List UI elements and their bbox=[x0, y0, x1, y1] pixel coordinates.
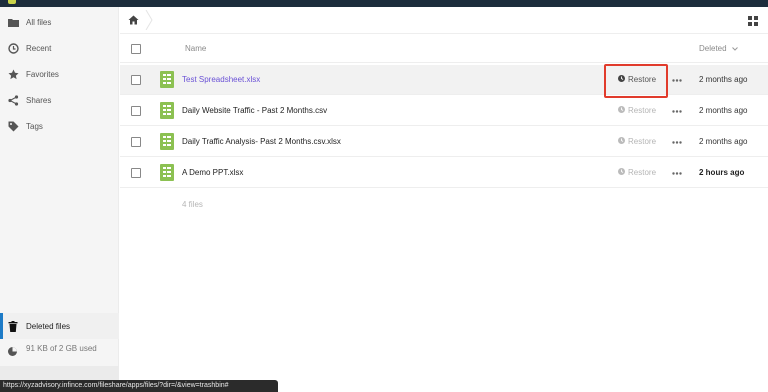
sidebar-item-label: All files bbox=[26, 17, 52, 27]
sidebar-item-tags[interactable]: Tags bbox=[0, 113, 119, 139]
more-actions-icon[interactable] bbox=[672, 106, 682, 115]
sidebar-item-favorites[interactable]: Favorites bbox=[0, 61, 119, 87]
spreadsheet-icon bbox=[160, 102, 174, 121]
file-name[interactable]: Daily Website Traffic - Past 2 Months.cs… bbox=[182, 106, 327, 115]
sidebar-item-label: Tags bbox=[26, 121, 43, 131]
restore-label: Restore bbox=[628, 137, 657, 146]
row-checkbox[interactable] bbox=[131, 75, 141, 85]
file-count: 4 files bbox=[182, 200, 203, 209]
table-row[interactable]: A Demo PPT.xlsx Restore 2 hours ago bbox=[120, 158, 768, 188]
home-icon[interactable] bbox=[128, 15, 139, 27]
quota-label: 91 KB of 2 GB used bbox=[26, 344, 97, 353]
restore-label: Restore bbox=[628, 106, 657, 115]
restore-button[interactable]: Restore bbox=[618, 106, 656, 115]
file-name[interactable]: Daily Traffic Analysis- Past 2 Months.cs… bbox=[182, 137, 341, 146]
sidebar-item-all-files[interactable]: All files bbox=[0, 9, 119, 35]
table-row[interactable]: Daily Website Traffic - Past 2 Months.cs… bbox=[120, 96, 768, 126]
sidebar-item-label: Shares bbox=[26, 95, 52, 105]
file-list-header: Name Deleted bbox=[120, 35, 768, 63]
row-checkbox[interactable] bbox=[131, 106, 141, 116]
deleted-date: 2 months ago bbox=[699, 75, 748, 84]
restore-icon bbox=[618, 106, 625, 115]
column-deleted-label: Deleted bbox=[699, 44, 727, 53]
sidebar-item-deleted-files[interactable]: Deleted files bbox=[0, 313, 119, 339]
deleted-date: 2 months ago bbox=[699, 106, 748, 115]
trash-icon bbox=[7, 320, 19, 332]
spreadsheet-icon bbox=[160, 164, 174, 183]
select-all-checkbox[interactable] bbox=[131, 44, 141, 54]
sidebar-item-recent[interactable]: Recent bbox=[0, 35, 119, 61]
row-checkbox[interactable] bbox=[131, 168, 141, 178]
file-list-area: Name Deleted Test Spreadsheet.xlsx Resto… bbox=[120, 7, 768, 392]
restore-icon bbox=[618, 168, 625, 177]
spreadsheet-icon bbox=[160, 133, 174, 152]
clock-icon bbox=[7, 42, 19, 54]
active-indicator bbox=[0, 313, 3, 339]
restore-label: Restore bbox=[628, 168, 657, 177]
file-name[interactable]: Test Spreadsheet.xlsx bbox=[182, 75, 260, 84]
more-actions-icon[interactable] bbox=[672, 137, 682, 146]
top-bar bbox=[0, 0, 768, 7]
star-icon bbox=[7, 68, 19, 80]
deleted-date: 2 hours ago bbox=[699, 168, 745, 177]
spreadsheet-icon bbox=[160, 71, 174, 90]
sidebar-item-label: Recent bbox=[26, 43, 52, 53]
sidebar-item-label: Favorites bbox=[26, 69, 59, 79]
row-checkbox[interactable] bbox=[131, 137, 141, 147]
grid-view-icon[interactable] bbox=[748, 16, 758, 28]
breadcrumb bbox=[120, 7, 768, 34]
table-row[interactable]: Daily Traffic Analysis- Past 2 Months.cs… bbox=[120, 127, 768, 157]
restore-highlight-box bbox=[604, 64, 668, 98]
deleted-date: 2 months ago bbox=[699, 137, 748, 146]
breadcrumb-separator bbox=[144, 9, 154, 31]
more-actions-icon[interactable] bbox=[672, 75, 682, 84]
share-icon bbox=[7, 94, 19, 106]
storage-quota[interactable]: 91 KB of 2 GB used bbox=[0, 340, 119, 366]
restore-icon bbox=[618, 137, 625, 146]
column-deleted-header[interactable]: Deleted bbox=[699, 44, 738, 53]
tag-icon bbox=[7, 120, 19, 132]
file-name[interactable]: A Demo PPT.xlsx bbox=[182, 168, 243, 177]
app-logo[interactable] bbox=[8, 0, 16, 4]
restore-button[interactable]: Restore bbox=[618, 168, 656, 177]
folder-icon bbox=[7, 16, 19, 28]
sidebar-item-shares[interactable]: Shares bbox=[0, 87, 119, 113]
pie-chart-icon bbox=[7, 346, 18, 359]
restore-button[interactable]: Restore bbox=[618, 137, 656, 146]
sort-desc-icon bbox=[731, 44, 738, 53]
table-row[interactable]: Test Spreadsheet.xlsx Restore 2 months a… bbox=[120, 65, 768, 95]
more-actions-icon[interactable] bbox=[672, 168, 682, 177]
sidebar: All files Recent Favorites Shares Tags D… bbox=[0, 7, 119, 392]
sidebar-item-label: Deleted files bbox=[26, 321, 71, 331]
column-name-header[interactable]: Name bbox=[185, 44, 206, 53]
